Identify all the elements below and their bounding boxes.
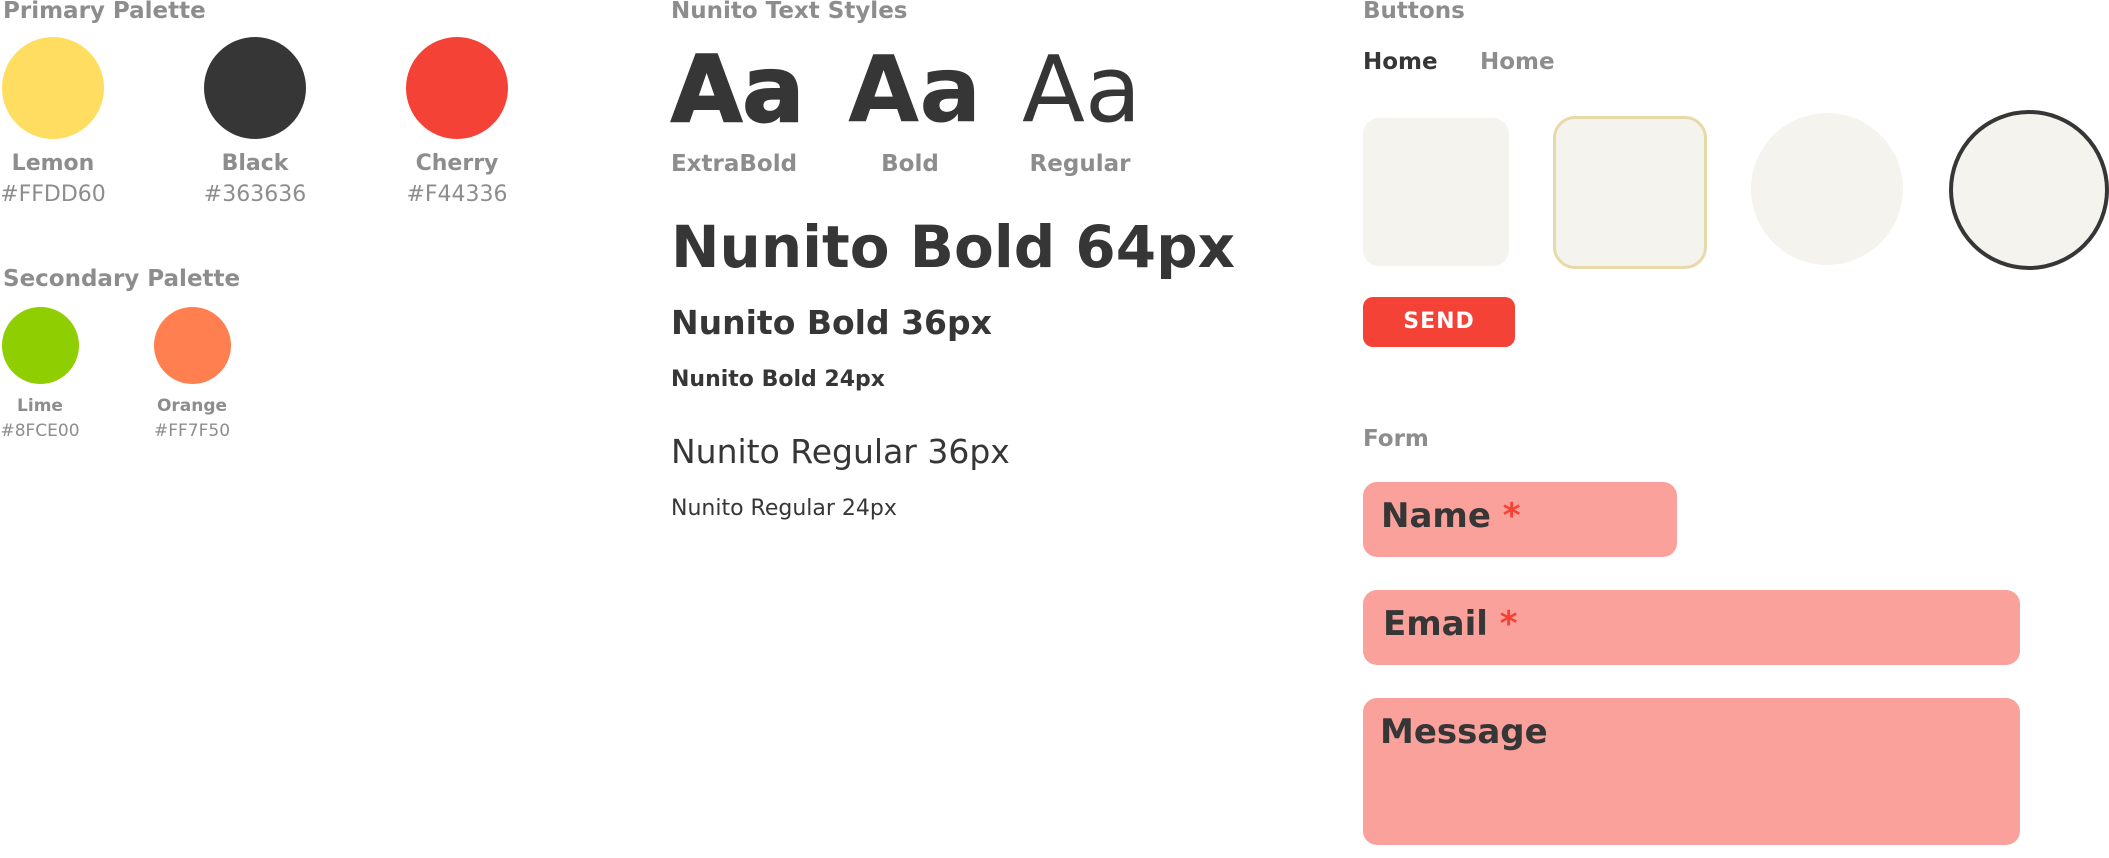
swatch-lemon xyxy=(2,37,104,139)
buttons-title: Buttons xyxy=(1363,0,1465,24)
sample-aa-bold: Aa xyxy=(848,36,982,143)
secondary-palette-title: Secondary Palette xyxy=(3,266,241,292)
sample-bold-36: Nunito Bold 36px xyxy=(671,303,992,342)
swatch-cherry xyxy=(406,37,508,139)
sample-bold-24: Nunito Bold 24px xyxy=(671,367,885,392)
form-title: Form xyxy=(1363,426,1429,452)
swatch-name-lemon: Lemon xyxy=(11,151,95,176)
primary-palette-title: Primary Palette xyxy=(3,0,206,24)
round-button-default[interactable] xyxy=(1751,113,1903,265)
weight-label-extrabold: ExtraBold xyxy=(670,151,798,177)
sample-regular-24: Nunito Regular 24px xyxy=(671,496,897,521)
email-field[interactable]: Email * xyxy=(1363,590,2020,665)
email-label-text: Email xyxy=(1383,604,1488,644)
message-field-label: Message xyxy=(1380,712,1548,752)
name-label-text: Name xyxy=(1381,496,1491,536)
sample-aa-regular: Aa xyxy=(1022,36,1142,143)
sample-aa-extrabold: Aa xyxy=(670,36,805,143)
swatch-name-cherry: Cherry xyxy=(415,151,499,176)
swatch-black xyxy=(204,37,306,139)
swatch-hex-lime: #8FCE00 xyxy=(0,421,80,441)
nav-home-inactive[interactable]: Home xyxy=(1480,49,1555,75)
weight-label-bold: Bold xyxy=(881,151,939,177)
send-button[interactable]: SEND xyxy=(1363,297,1515,347)
square-button-highlighted[interactable] xyxy=(1553,116,1707,269)
name-required-mark: * xyxy=(1502,496,1521,536)
email-required-mark: * xyxy=(1499,604,1518,644)
swatch-name-orange: Orange xyxy=(156,396,228,416)
name-field[interactable]: Name * xyxy=(1363,482,1677,557)
email-field-label: Email * xyxy=(1383,604,1518,644)
swatch-name-lime: Lime xyxy=(17,396,63,416)
swatch-hex-orange: #FF7F50 xyxy=(153,421,231,441)
swatch-hex-black: #363636 xyxy=(203,182,307,207)
swatch-orange xyxy=(154,307,231,384)
swatch-lime xyxy=(2,307,79,384)
sample-bold-64: Nunito Bold 64px xyxy=(671,213,1236,281)
name-field-label: Name * xyxy=(1381,496,1521,536)
sample-regular-36: Nunito Regular 36px xyxy=(671,432,1010,471)
text-styles-title: Nunito Text Styles xyxy=(671,0,908,24)
round-button-outlined[interactable] xyxy=(1949,110,2109,270)
message-field[interactable]: Message xyxy=(1363,698,2020,845)
square-button-default[interactable] xyxy=(1363,118,1509,266)
swatch-name-black: Black xyxy=(221,151,289,176)
swatch-hex-cherry: #F44336 xyxy=(406,182,508,207)
swatch-hex-lemon: #FFDD60 xyxy=(0,182,106,207)
nav-home-active[interactable]: Home xyxy=(1363,49,1438,75)
weight-label-regular: Regular xyxy=(1029,151,1131,177)
